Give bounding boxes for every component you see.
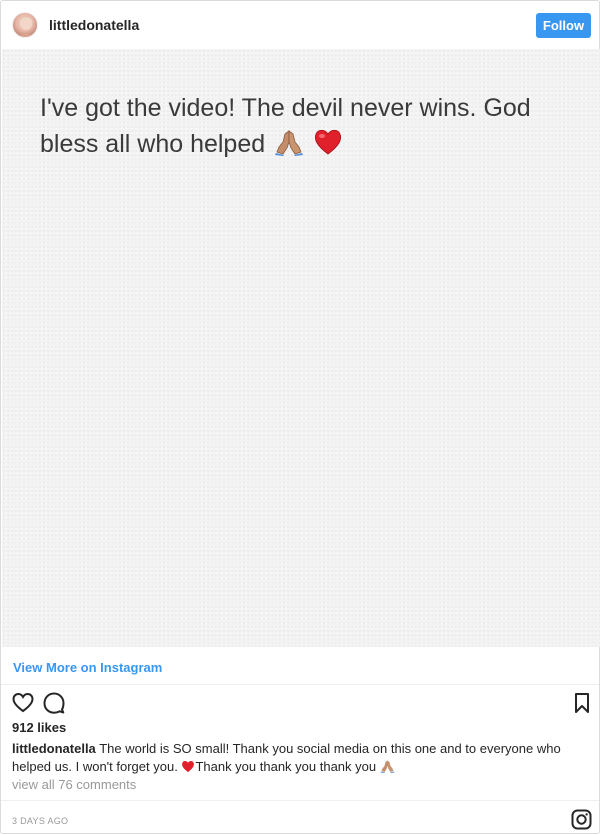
post-caption: littledonatella The world is SO small! T… — [12, 740, 588, 778]
post-timestamp[interactable]: 3 DAYS AGO — [12, 816, 68, 827]
post-image-text: I've got the video! The devil never wins… — [40, 90, 560, 166]
instagram-glyph-icon[interactable] — [571, 809, 592, 830]
avatar[interactable] — [12, 12, 38, 38]
folded-hands-icon — [274, 128, 304, 166]
follow-button[interactable]: Follow — [536, 13, 591, 38]
red-heart-icon — [313, 128, 343, 166]
view-more-link[interactable]: View More on Instagram — [13, 660, 162, 676]
view-all-comments-link[interactable]: view all 76 comments — [12, 777, 136, 793]
bookmark-icon[interactable] — [571, 692, 593, 714]
caption-text-continued: Thank you thank you thank you — [195, 759, 377, 774]
folded-hands-icon — [380, 759, 395, 778]
comment-icon[interactable] — [43, 692, 65, 714]
post-footer: 3 DAYS AGO — [1, 800, 599, 834]
view-more-row: View More on Instagram — [1, 647, 599, 685]
post-image[interactable]: I've got the video! The devil never wins… — [2, 49, 600, 647]
likes-count[interactable]: 912 likes — [12, 720, 66, 736]
instagram-embed: littledonatella Follow I've got the vide… — [0, 0, 600, 834]
action-bar — [1, 685, 599, 721]
post-username[interactable]: littledonatella — [49, 17, 139, 34]
red-heart-icon — [181, 760, 195, 778]
caption-username[interactable]: littledonatella — [12, 741, 96, 756]
heart-icon[interactable] — [12, 692, 34, 714]
post-header: littledonatella Follow — [1, 1, 599, 49]
